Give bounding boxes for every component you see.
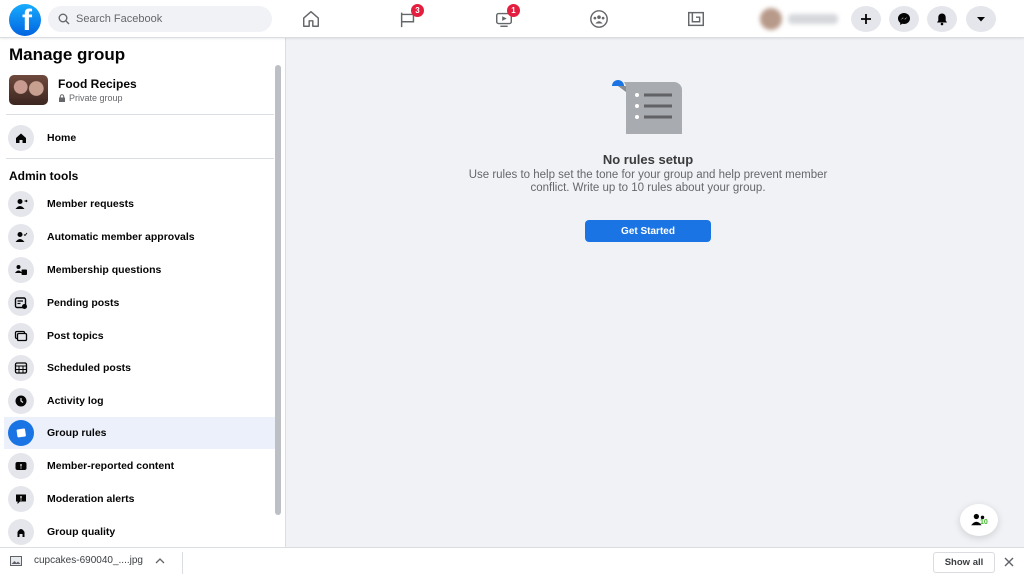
search-box[interactable] — [48, 6, 272, 32]
profile-name-blurred — [788, 14, 838, 24]
home-icon — [303, 11, 319, 27]
manage-group-sidebar: Manage group Food Recipes Private group … — [0, 38, 286, 547]
sidebar-item-group-quality[interactable]: Group quality — [4, 516, 276, 547]
nav-watch[interactable]: 1 — [493, 4, 520, 30]
membership-questions-icon — [15, 265, 27, 275]
group-name: Food Recipes — [58, 77, 137, 91]
search-icon — [58, 13, 70, 25]
groups-icon — [590, 10, 608, 28]
sidebar-scrollbar[interactable] — [275, 65, 281, 515]
messenger-icon — [898, 13, 910, 25]
rules-list-illustration-icon — [612, 80, 682, 134]
sidebar-item-label: Post topics — [47, 330, 104, 342]
quality-icon — [17, 529, 25, 537]
admin-tools-heading: Admin tools — [9, 169, 79, 183]
sidebar-item-member-requests[interactable]: Member requests — [4, 188, 276, 220]
sidebar-item-label: Group rules — [47, 427, 107, 439]
notification-badge: 3 — [411, 4, 424, 17]
sidebar-item-label: Membership questions — [47, 264, 162, 276]
sidebar-item-label: Member-reported content — [47, 460, 175, 472]
browser-download-bar: cupcakes-690040_....jpg Show all — [0, 547, 1024, 576]
post-topics-icon — [14, 330, 28, 342]
caret-down-icon — [977, 17, 985, 22]
sidebar-item-pending-posts[interactable]: Pending posts — [4, 287, 276, 319]
sidebar-item-activity-log[interactable]: Activity log — [4, 385, 276, 417]
plus-icon — [861, 14, 871, 24]
search-input[interactable] — [76, 13, 256, 25]
divider — [182, 552, 183, 574]
main-content: No rules setup Use rules to help set the… — [286, 38, 1024, 547]
report-icon — [15, 462, 27, 470]
download-file-name: cupcakes-690040_....jpg — [34, 555, 143, 566]
divider — [6, 158, 274, 159]
sidebar-item-label: Scheduled posts — [47, 362, 132, 374]
group-privacy: Private group — [58, 93, 137, 103]
chevron-up-icon[interactable] — [155, 557, 165, 565]
sidebar-title: Manage group — [9, 45, 126, 64]
sidebar-item-label: Group quality — [47, 526, 116, 538]
nav-pages[interactable]: 3 — [397, 4, 424, 30]
member-approvals-icon — [15, 232, 28, 242]
alert-bubble-icon — [16, 494, 26, 504]
divider — [6, 114, 274, 115]
group-header[interactable]: Food Recipes Private group — [9, 75, 137, 105]
rules-icon — [16, 428, 26, 438]
notifications-button[interactable] — [927, 6, 957, 32]
sidebar-item-label: Home — [47, 132, 77, 144]
empty-state-description: Use rules to help set the tone for your … — [468, 169, 828, 194]
profile-shortcut[interactable] — [760, 8, 840, 30]
home-icon — [16, 133, 26, 143]
lock-icon — [59, 94, 65, 102]
top-navigation-bar: f 3 1 — [0, 0, 1024, 38]
sidebar-item-group-rules[interactable]: Group rules — [4, 417, 276, 449]
nav-gaming[interactable] — [685, 8, 707, 30]
create-button[interactable] — [851, 6, 881, 32]
facebook-logo[interactable]: f — [9, 4, 41, 36]
sidebar-item-label: Activity log — [47, 395, 104, 407]
pending-posts-icon — [14, 297, 27, 309]
group-privacy-label: Private group — [69, 93, 123, 103]
empty-state-title: No rules setup — [602, 152, 694, 167]
avatar — [760, 8, 782, 30]
sidebar-item-membership-questions[interactable]: Membership questions — [4, 254, 276, 286]
image-file-icon — [10, 555, 22, 566]
messenger-button[interactable] — [889, 6, 919, 32]
sidebar-item-scheduled-posts[interactable]: Scheduled posts — [4, 352, 276, 384]
notification-badge: 1 — [507, 4, 520, 17]
group-cover-thumbnail — [9, 75, 48, 105]
get-started-button[interactable]: Get Started — [585, 220, 711, 242]
show-all-downloads-button[interactable]: Show all — [933, 552, 995, 573]
nav-home[interactable] — [300, 8, 322, 30]
sidebar-item-label: Moderation alerts — [47, 493, 135, 505]
account-menu-button[interactable] — [966, 6, 996, 32]
member-requests-icon — [15, 199, 28, 209]
new-members-count: 10 — [980, 519, 988, 526]
new-members-floating-button[interactable]: 10 — [960, 504, 998, 536]
calendar-icon — [14, 362, 28, 374]
sidebar-item-label: Member requests — [47, 198, 134, 210]
clock-icon — [15, 395, 27, 407]
sidebar-item-label: Pending posts — [47, 297, 120, 309]
sidebar-item-post-topics[interactable]: Post topics — [4, 320, 276, 352]
bell-icon — [937, 13, 947, 26]
sidebar-item-home[interactable]: Home — [4, 122, 276, 154]
download-item[interactable]: cupcakes-690040_....jpg — [10, 555, 165, 566]
sidebar-item-label: Automatic member approvals — [47, 231, 195, 243]
gaming-icon — [688, 11, 704, 27]
sidebar-item-automatic-member-approvals[interactable]: Automatic member approvals — [4, 221, 276, 253]
close-icon[interactable] — [1003, 556, 1015, 568]
sidebar-item-member-reported-content[interactable]: Member-reported content — [4, 450, 276, 482]
sidebar-item-moderation-alerts[interactable]: Moderation alerts — [4, 483, 276, 515]
nav-groups[interactable] — [588, 8, 610, 30]
